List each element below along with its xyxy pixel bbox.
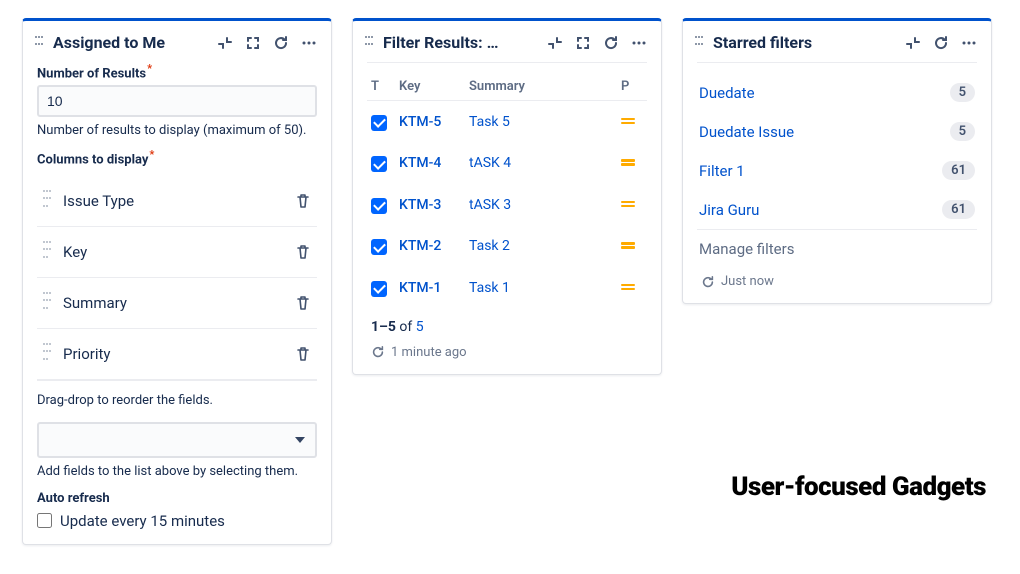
gadget-title: Filter Results: … <box>383 33 547 52</box>
maximize-icon[interactable] <box>575 35 591 51</box>
issue-type-icon <box>371 198 387 214</box>
refresh-icon[interactable] <box>933 35 949 51</box>
drag-handle-icon[interactable] <box>695 36 705 50</box>
more-icon[interactable] <box>631 35 647 51</box>
table-row[interactable]: KTM-3tASK 3 <box>367 184 647 226</box>
maximize-icon[interactable] <box>245 35 261 51</box>
delete-icon[interactable] <box>295 346 311 362</box>
priority-icon <box>621 158 635 168</box>
issue-key[interactable]: KTM-5 <box>395 101 465 143</box>
gadget-assigned-to-me: Assigned to Me Number of Results Number … <box>22 18 332 545</box>
filter-name[interactable]: Duedate Issue <box>699 123 794 141</box>
issue-type-icon <box>371 281 387 297</box>
issue-summary[interactable]: Task 1 <box>465 267 617 309</box>
col-header-summary[interactable]: Summary <box>465 73 617 101</box>
updated-time: 1 minute ago <box>391 345 467 360</box>
auto-refresh-checkbox[interactable] <box>37 513 52 528</box>
filter-name[interactable]: Filter 1 <box>699 162 745 180</box>
column-name: Key <box>63 243 295 261</box>
issue-type-icon <box>371 239 387 255</box>
filter-item[interactable]: Duedate Issue 5 <box>697 112 977 151</box>
column-name: Summary <box>63 294 295 312</box>
column-item[interactable]: Issue Type <box>37 176 317 227</box>
priority-icon <box>621 116 635 126</box>
gadget-filter-results: Filter Results: … T Key Summary P KTM-5T… <box>352 18 662 375</box>
column-item[interactable]: Key <box>37 227 317 278</box>
updated-time: Just now <box>721 274 774 289</box>
priority-icon <box>621 282 635 292</box>
refresh-icon[interactable] <box>603 35 619 51</box>
num-results-input[interactable] <box>37 85 317 117</box>
pager-total[interactable]: 5 <box>416 319 424 335</box>
column-item[interactable]: Priority <box>37 329 317 381</box>
filter-count-badge: 61 <box>942 161 975 180</box>
column-item[interactable]: Summary <box>37 278 317 329</box>
delete-icon[interactable] <box>295 295 311 311</box>
issue-summary[interactable]: tASK 4 <box>465 143 617 185</box>
grip-icon[interactable] <box>43 241 51 263</box>
grip-icon[interactable] <box>43 292 51 314</box>
filter-item[interactable]: Duedate 5 <box>697 73 977 112</box>
issue-summary[interactable]: tASK 3 <box>465 184 617 226</box>
drag-handle-icon[interactable] <box>35 36 45 50</box>
gadget-title: Starred filters <box>713 33 905 52</box>
table-row[interactable]: KTM-2Task 2 <box>367 226 647 268</box>
auto-refresh-label: Auto refresh <box>37 491 317 506</box>
table-row[interactable]: KTM-5Task 5 <box>367 101 647 143</box>
delete-icon[interactable] <box>295 193 311 209</box>
filter-count-badge: 5 <box>950 122 975 141</box>
page-caption: User-focused Gadgets <box>731 472 986 502</box>
refresh-icon[interactable] <box>701 275 715 289</box>
drag-handle-icon[interactable] <box>365 36 375 50</box>
table-row[interactable]: KTM-4tASK 4 <box>367 143 647 185</box>
filter-count-badge: 61 <box>942 200 975 219</box>
issue-key[interactable]: KTM-1 <box>395 267 465 309</box>
refresh-icon[interactable] <box>273 35 289 51</box>
issue-key[interactable]: KTM-4 <box>395 143 465 185</box>
issue-summary[interactable]: Task 5 <box>465 101 617 143</box>
more-icon[interactable] <box>961 35 977 51</box>
filter-results-table: T Key Summary P KTM-5Task 5 KTM-4tASK 4 … <box>367 73 647 309</box>
auto-refresh-option: Update every 15 minutes <box>60 512 225 530</box>
filter-name[interactable]: Duedate <box>699 84 755 102</box>
add-field-select[interactable] <box>37 422 317 458</box>
columns-list: Issue Type Key Summary Priority <box>37 176 317 381</box>
column-name: Priority <box>63 345 295 363</box>
issue-key[interactable]: KTM-2 <box>395 226 465 268</box>
drag-help: Drag-drop to reorder the fields. <box>37 393 317 408</box>
col-header-type[interactable]: T <box>367 73 395 101</box>
manage-filters-link[interactable]: Manage filters <box>697 229 977 268</box>
filter-item[interactable]: Jira Guru 61 <box>697 190 977 229</box>
issue-key[interactable]: KTM-3 <box>395 184 465 226</box>
issue-type-icon <box>371 115 387 131</box>
filter-count-badge: 5 <box>950 83 975 102</box>
pager-range: 1–5 <box>371 319 396 335</box>
col-header-key[interactable]: Key <box>395 73 465 101</box>
minimize-icon[interactable] <box>547 35 563 51</box>
num-results-help: Number of results to display (maximum of… <box>37 123 317 138</box>
priority-icon <box>621 199 635 209</box>
refresh-icon[interactable] <box>371 345 385 359</box>
more-icon[interactable] <box>301 35 317 51</box>
column-name: Issue Type <box>63 192 295 210</box>
priority-icon <box>621 241 635 251</box>
add-help: Add fields to the list above by selectin… <box>37 464 317 479</box>
gadget-starred-filters: Starred filters Duedate 5 Duedate Issue 5 … <box>682 18 992 304</box>
table-row[interactable]: KTM-1Task 1 <box>367 267 647 309</box>
filter-item[interactable]: Filter 1 61 <box>697 151 977 190</box>
grip-icon[interactable] <box>43 190 51 212</box>
starred-filter-list: Duedate 5 Duedate Issue 5 Filter 1 61 Jira … <box>697 73 977 229</box>
minimize-icon[interactable] <box>905 35 921 51</box>
grip-icon[interactable] <box>43 343 51 365</box>
minimize-icon[interactable] <box>217 35 233 51</box>
columns-label: Columns to display <box>37 148 317 167</box>
filter-name[interactable]: Jira Guru <box>699 201 759 219</box>
num-results-label: Number of Results <box>37 62 317 81</box>
issue-summary[interactable]: Task 2 <box>465 226 617 268</box>
delete-icon[interactable] <box>295 244 311 260</box>
pagination: 1–5 of 5 <box>367 309 647 335</box>
col-header-priority[interactable]: P <box>617 73 647 101</box>
gadget-title: Assigned to Me <box>53 33 217 52</box>
issue-type-icon <box>371 156 387 172</box>
